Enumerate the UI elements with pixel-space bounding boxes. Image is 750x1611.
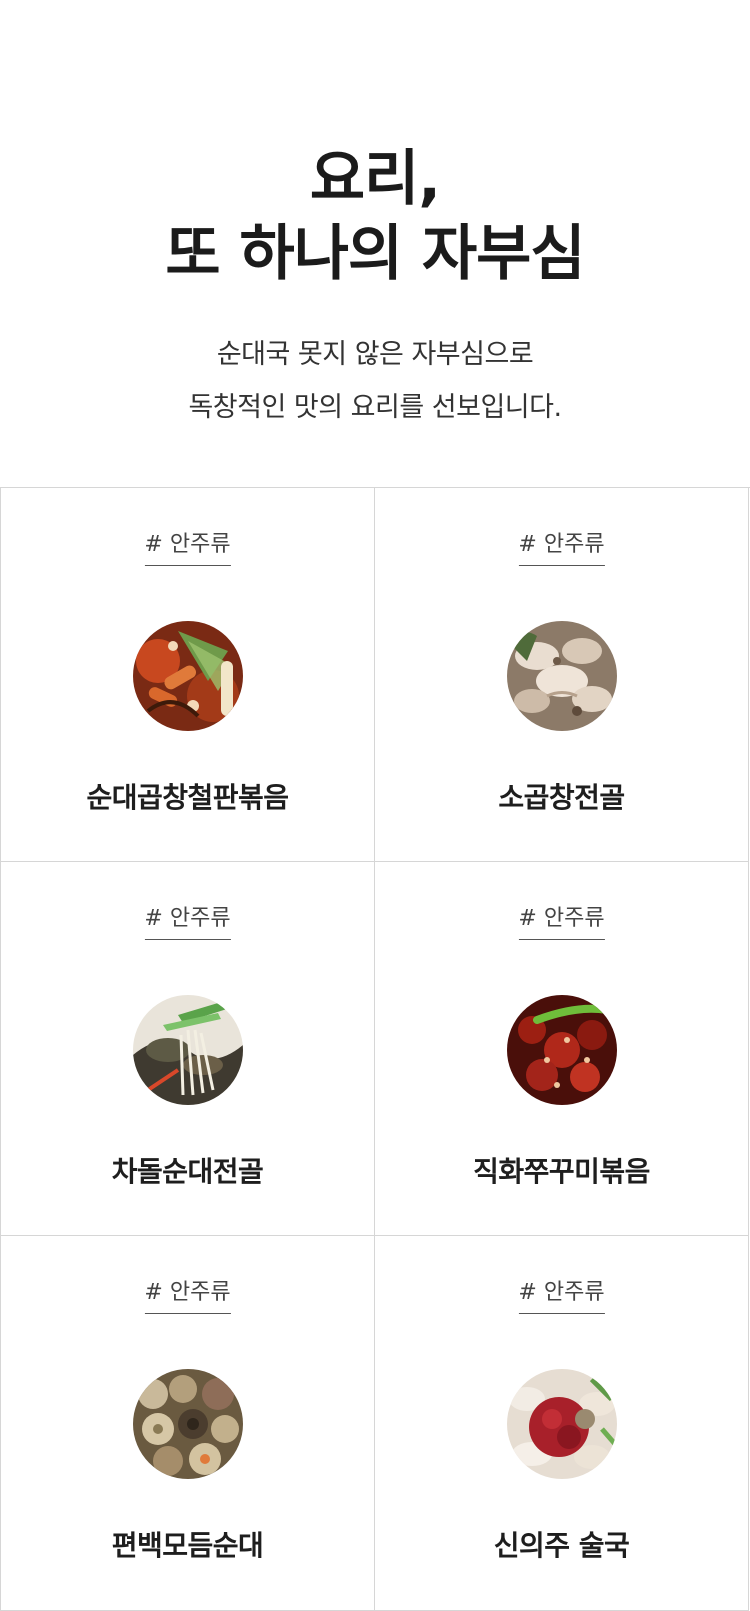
sinuiju-soup-photo: [506, 1369, 617, 1479]
menu-name: 직화쭈꾸미볶음: [473, 1155, 650, 1188]
page-title-line-2: 또 하나의 자부심: [165, 219, 585, 289]
menu-name: 신의주 술국: [493, 1529, 630, 1562]
intro-description-line-1: 순대국 못지 않은 자부심으로: [216, 339, 534, 370]
menu-tag: # 안주류: [144, 903, 231, 940]
brisket-sundae-hotpot-photo: [132, 995, 243, 1105]
menu-tag: # 안주류: [144, 529, 231, 566]
intro-section: 요리, 또 하나의 자부심 순대국 못지 않은 자부심으로 독창적인 맛의 요리…: [0, 0, 750, 487]
stir-fried-tripe-photo: [132, 621, 243, 731]
page-title: 요리, 또 하나의 자부심: [0, 142, 750, 292]
menu-grid: # 안주류 순대곱창철판볶음 # 안주류 소곱창전골 # 안주류 차돌순대전골 …: [0, 487, 750, 1611]
page-title-line-1: 요리,: [309, 144, 441, 214]
grilled-webfoot-octopus-photo: [506, 995, 617, 1105]
menu-tag: # 안주류: [144, 1277, 231, 1314]
menu-tag: # 안주류: [518, 1277, 605, 1314]
menu-name: 차돌순대전골: [111, 1155, 264, 1188]
intro-description-line-2: 독창적인 맛의 요리를 선보입니다.: [188, 392, 562, 423]
menu-tag: # 안주류: [518, 529, 605, 566]
menu-name: 소곱창전골: [498, 781, 625, 814]
intro-description: 순대국 못지 않은 자부심으로 독창적인 맛의 요리를 선보입니다.: [0, 328, 750, 434]
menu-tag: # 안주류: [518, 903, 605, 940]
menu-card[interactable]: # 안주류 소곱창전골: [375, 488, 749, 862]
menu-card[interactable]: # 안주류 순대곱창철판볶음: [0, 488, 375, 862]
menu-name: 편백모듬순대: [111, 1529, 264, 1562]
menu-card[interactable]: # 안주류 차돌순대전골: [0, 862, 375, 1236]
beef-tripe-hotpot-photo: [506, 621, 617, 731]
menu-name: 순대곱창철판볶음: [86, 781, 289, 814]
menu-card[interactable]: # 안주류 신의주 술국: [375, 1236, 749, 1611]
steamed-assorted-sundae-photo: [132, 1369, 243, 1479]
menu-card[interactable]: # 안주류 직화쭈꾸미볶음: [375, 862, 749, 1236]
menu-card[interactable]: # 안주류 편백모듬순대: [0, 1236, 375, 1611]
